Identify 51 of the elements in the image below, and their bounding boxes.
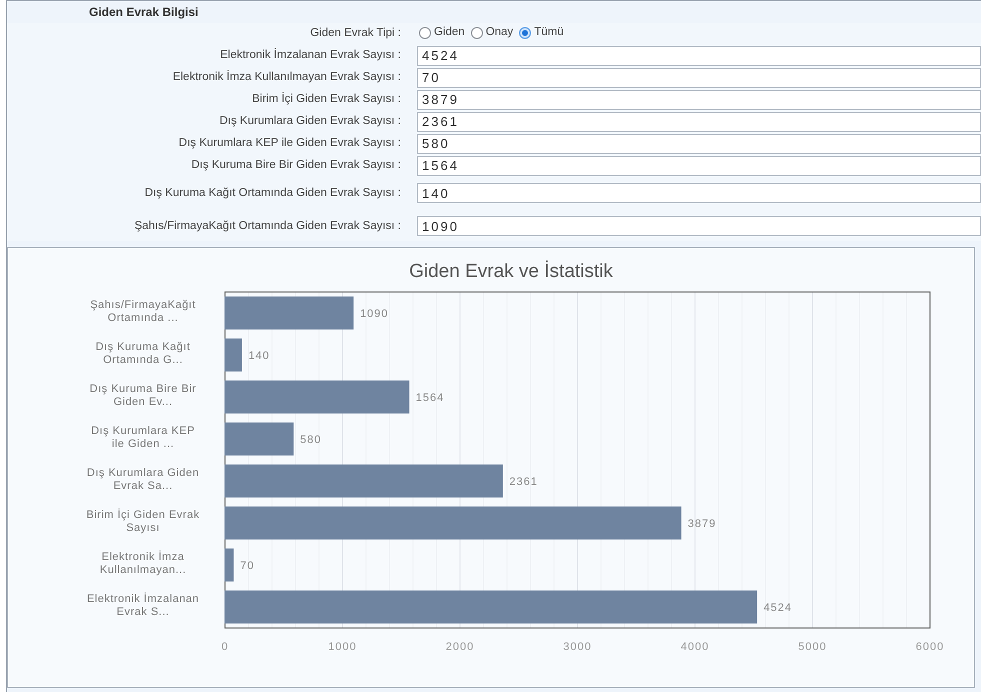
category-label: Dış Kurumlara Giden Evrak Sa...	[86, 467, 200, 493]
field-label: Dış Kuruma Kağıt Ortamında Giden Evrak Sayısı :	[144, 186, 401, 200]
field-label: Giden Evrak Tipi :	[310, 26, 401, 40]
field-label: Şahıs/FirmayaKağıt Ortamında Giden Evrak Sayısı :	[133, 220, 401, 232]
section-title: Giden Evrak Bilgisi	[89, 4, 198, 21]
number-field[interactable]: 3879	[417, 90, 981, 110]
axis-tick-label: 1000	[328, 641, 357, 653]
number-field[interactable]: 70	[417, 68, 981, 88]
category-label: Birim İçi Giden Evrak Sayısı	[86, 509, 200, 535]
value-label: 140	[248, 350, 270, 362]
field-label: Elektronik İmza Kullanılmayan Evrak Sayısı :	[172, 71, 401, 84]
category-label: Dış Kuruma Bire Bir Giden Ev...	[88, 383, 198, 409]
value-label: 70	[240, 560, 254, 572]
field-label: Dış Kuruma Bire Bir Giden Evrak Sayısı :	[191, 159, 401, 172]
number-field[interactable]: 4524	[417, 46, 981, 66]
radio-button[interactable]	[519, 27, 532, 39]
category-label: Dış Kurumlara KEP ile Giden ...	[90, 425, 196, 451]
axis-tick-label: 3000	[563, 641, 592, 653]
axis-tick-label: 6000	[916, 641, 944, 653]
value-label: 1564	[416, 392, 444, 404]
radio-label[interactable]: Giden	[434, 24, 465, 42]
radio-label[interactable]: Onay	[486, 24, 514, 42]
axis-tick-label: 0	[221, 641, 229, 653]
category-label: Dış Kuruma Kağıt Ortamında G...	[94, 341, 192, 367]
category-label: Elektronik İmza Kullanılmayan...	[98, 551, 188, 577]
category-label: Elektronik İmzalanan Evrak S...	[86, 593, 200, 619]
value-label: 4524	[764, 602, 792, 614]
number-field[interactable]: 580	[417, 134, 981, 154]
value-label: 2361	[509, 476, 538, 488]
field-label: Dış Kurumlara Giden Evrak Sayısı :	[219, 115, 401, 128]
axis-tick-label: 4000	[680, 641, 710, 653]
field-label: Dış Kurumlara KEP ile Giden Evrak Sayısı :	[178, 137, 401, 150]
field-label: Birim İçi Giden Evrak Sayısı :	[252, 93, 401, 106]
bar	[224, 338, 242, 372]
value-label: 3879	[688, 518, 716, 530]
radio-button[interactable]	[470, 27, 483, 39]
axis-tick-label: 5000	[798, 641, 827, 653]
bar	[224, 422, 294, 456]
field-label: Elektronik İmzalanan Evrak Sayısı :	[220, 49, 401, 62]
number-field[interactable]: 1090	[417, 216, 981, 236]
chart-title: Giden Evrak ve İstatistik	[408, 260, 613, 284]
radio-label[interactable]: Tümü	[534, 24, 564, 42]
number-field[interactable]: 1564	[417, 156, 981, 176]
bar	[224, 548, 234, 582]
number-field[interactable]: 140	[417, 183, 981, 203]
category-label: Şahıs/FirmayaKağıt Ortamında ...	[89, 299, 197, 325]
value-label: 1090	[360, 308, 389, 320]
value-label: 580	[300, 434, 322, 446]
axis-tick-label: 2000	[446, 641, 474, 653]
radio-button[interactable]	[419, 27, 431, 39]
number-field[interactable]: 2361	[417, 112, 981, 132]
